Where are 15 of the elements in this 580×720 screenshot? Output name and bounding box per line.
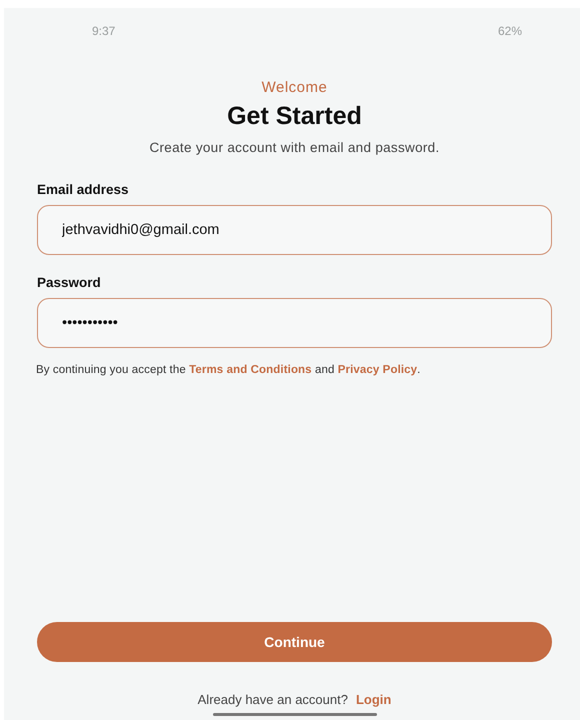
terms-link[interactable]: Privacy Policy	[338, 364, 418, 376]
field-label: Password	[37, 275, 102, 290]
welcome-text: Welcome	[262, 79, 328, 96]
field-label: Email address	[37, 182, 130, 197]
login-prompt: Already have an account?	[198, 692, 348, 707]
terms-text: By continuing you accept the Terms and Conditions and Privacy Policy.	[36, 364, 422, 376]
page-title: Get Started	[227, 102, 362, 131]
battery-level: 62%	[498, 24, 522, 38]
login-link[interactable]: Login	[356, 692, 392, 707]
continue-button[interactable]: Continue	[37, 622, 552, 662]
terms-link[interactable]: Terms and Conditions	[189, 364, 312, 376]
password-field[interactable]: •••••••••••	[37, 298, 552, 348]
email-field[interactable]: jethvavidhi0@gmail.com	[37, 205, 552, 255]
status-time: 9:37	[92, 24, 116, 38]
subtitle: Create your account with email and password.	[149, 140, 440, 155]
